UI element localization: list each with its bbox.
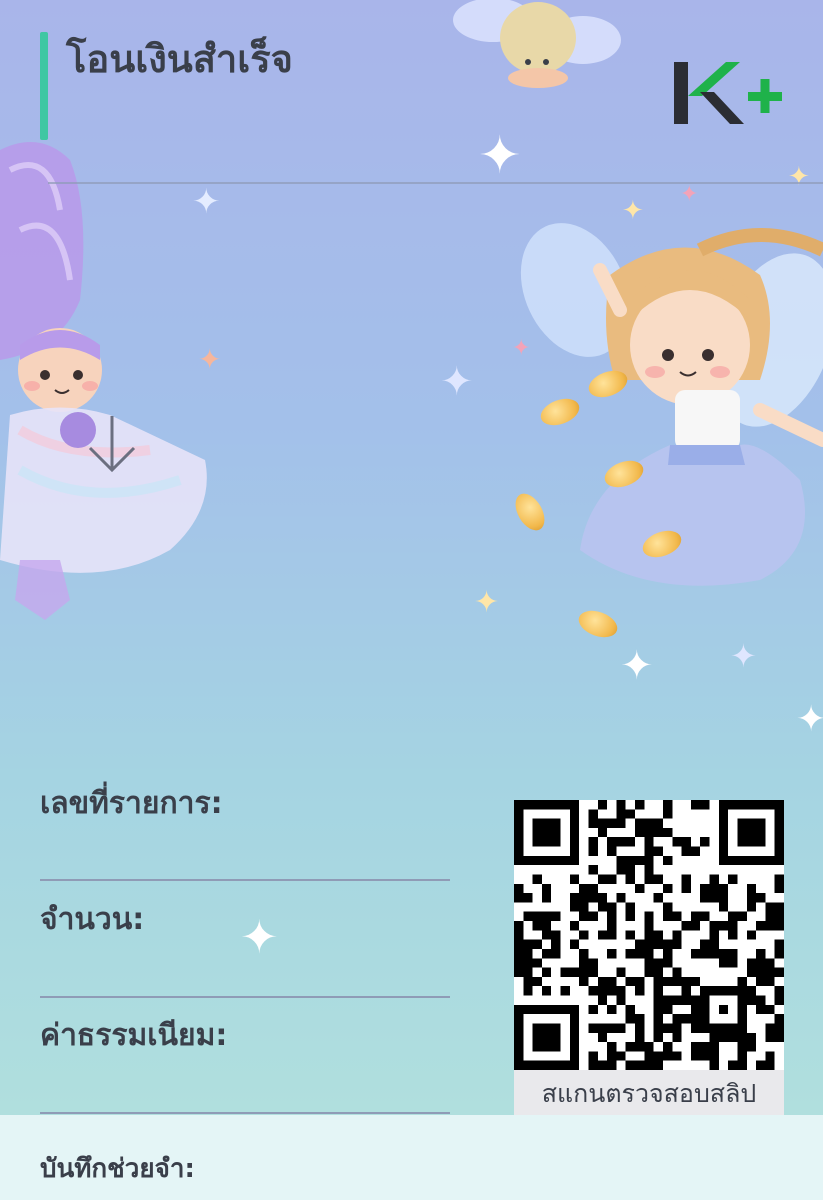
- sparkle-icon: ✦: [680, 182, 699, 207]
- transaction-no-label: เลขที่รายการ:: [40, 786, 223, 821]
- sparkle-icon: ✦: [620, 643, 654, 689]
- sparkle-icon: ✦: [198, 343, 222, 376]
- sparkle-icon: ✦: [730, 637, 757, 675]
- header-divider: [48, 182, 823, 184]
- qr-code-image: [514, 800, 784, 1070]
- fairy-purple-illustration: [0, 142, 207, 620]
- sparkle-icon: ✦: [192, 182, 221, 222]
- sparkle-icon: ✦: [240, 910, 279, 964]
- amount-label: จำนวน:: [40, 902, 145, 937]
- download-arrow-icon: [88, 416, 136, 473]
- page-title: โอนเงินสำเร็จ: [66, 37, 293, 81]
- fee-label: ค่าธรรมเนียม:: [40, 1018, 228, 1053]
- field-divider: [40, 1112, 450, 1114]
- qr-caption: สแกนตรวจสอบสลิป: [514, 1070, 784, 1118]
- qr-code[interactable]: [514, 800, 784, 1070]
- sparkle-icon: ✦: [622, 196, 644, 226]
- sparkle-icon: ✦: [788, 162, 810, 192]
- field-divider: [40, 996, 450, 998]
- sparkle-icon: ✦: [478, 126, 522, 186]
- kplus-logo: [674, 62, 782, 124]
- title-accent-bar: [40, 32, 48, 140]
- memo-label: บันทึกช่วยจำ:: [40, 1154, 195, 1184]
- fairy-top-illustration: [453, 0, 621, 88]
- sparkle-icon: ✦: [474, 585, 500, 620]
- sparkle-icon: ✦: [512, 336, 531, 361]
- field-divider: [40, 879, 450, 881]
- sparkle-icon: ✦: [796, 699, 823, 740]
- sparkle-icon: ✦: [440, 359, 474, 405]
